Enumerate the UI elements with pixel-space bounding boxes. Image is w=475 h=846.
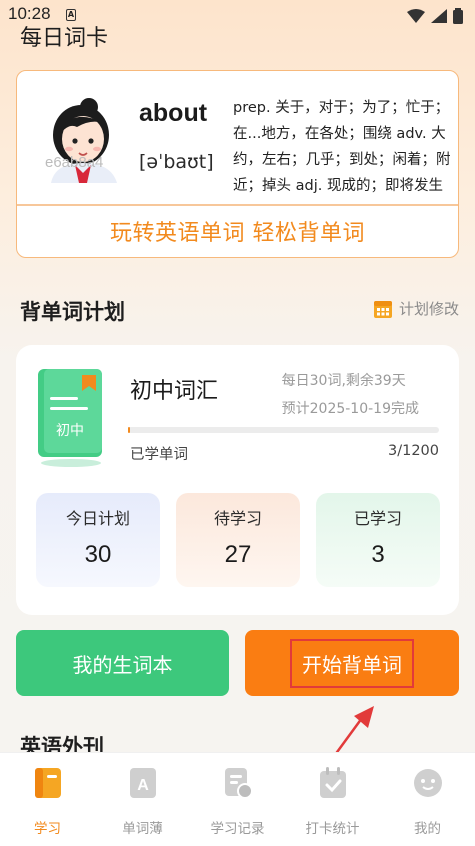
stat-label: 待学习 [213,509,262,528]
calendar-icon [373,300,392,318]
edit-plan-button[interactable]: 计划修改 [373,298,459,319]
start-learning-button[interactable]: 开始背单词 [245,630,459,696]
calendar-check-icon [319,767,346,798]
vocab-book-button[interactable]: 我的生词本 [16,630,229,696]
phonetic-text: [əˈbaʊt] [139,151,214,173]
stat-label: 已学习 [353,509,402,528]
start-learning-label: 开始背单词 [290,638,414,688]
plan-info: 每日30词,剩余39天 预计2025-10-19完成 [282,367,419,423]
watermark-text: e6ab8a4 [45,154,104,171]
tab-label: 单词薄 [122,821,163,837]
daily-info: 每日30词,剩余39天 [281,373,406,389]
signal-icon [431,9,447,23]
edit-plan-label: 计划修改 [398,300,459,318]
book-name: 初中词汇 [130,379,219,404]
tab-checkin-stats[interactable]: 打卡统计 [285,767,380,837]
status-indicators [407,8,463,24]
learned-words-label: 已学单词 [130,447,188,463]
tab-label: 学习 [34,821,61,837]
slogan-text: 玩转英语单词 轻松背单词 [110,221,365,246]
stat-value: 27 [224,541,252,568]
tab-label: 我的 [414,821,441,837]
tab-label: 学习记录 [210,821,265,837]
learning-progress-bar [128,427,439,433]
wifi-icon [407,9,425,23]
stat-learned[interactable]: 已学习 3 [316,493,440,587]
plan-section-title: 背单词计划 [20,300,125,324]
card-divider [17,204,458,206]
profile-icon [413,769,442,797]
tab-records[interactable]: 学习记录 [190,767,285,837]
vocab-book-label: 我的生词本 [72,652,173,677]
letter-a-icon: A [129,768,156,798]
word-definition: prep. 关于，对于；为了；忙于；在...地方，在各处；围绕 adv. 大约，… [233,100,451,194]
svg-text:A: A [137,777,149,794]
stat-value: 3 [371,541,385,568]
tab-study[interactable]: 学习 [0,767,95,837]
stat-today-plan[interactable]: 今日计划 30 [36,493,160,587]
tab-vocabulary[interactable]: A 单词薄 [95,767,190,837]
battery-icon [453,8,463,24]
book-icon [34,768,61,798]
stat-label: 今日计划 [65,509,130,528]
book-cover-label: 初中 [56,422,84,439]
estimate-info: 预计2025-10-19完成 [281,401,419,417]
tab-label: 打卡统计 [305,821,360,837]
word-text: about [139,99,208,127]
plan-card: 初中 初中词汇 每日30词,剩余39天 预计2025-10-19完成 已学单词 … [16,345,459,615]
record-icon [224,768,253,799]
tab-profile[interactable]: 我的 [380,767,475,837]
stat-pending[interactable]: 待学习 27 [176,493,300,587]
page-title: 每日词卡 [20,26,109,51]
bottom-tab-bar: 学习 A 单词薄 学习记录 打卡统计 我的 [0,752,475,846]
learning-progress-fill [128,427,131,433]
learned-words-count: 3/1200 [387,443,439,459]
book-cover-icon[interactable]: 初中 [38,369,104,469]
daily-word-card[interactable]: e6ab8a4 about [əˈbaʊt] prep. 关于，对于；为了；忙于… [16,70,459,258]
stat-value: 30 [84,541,112,568]
